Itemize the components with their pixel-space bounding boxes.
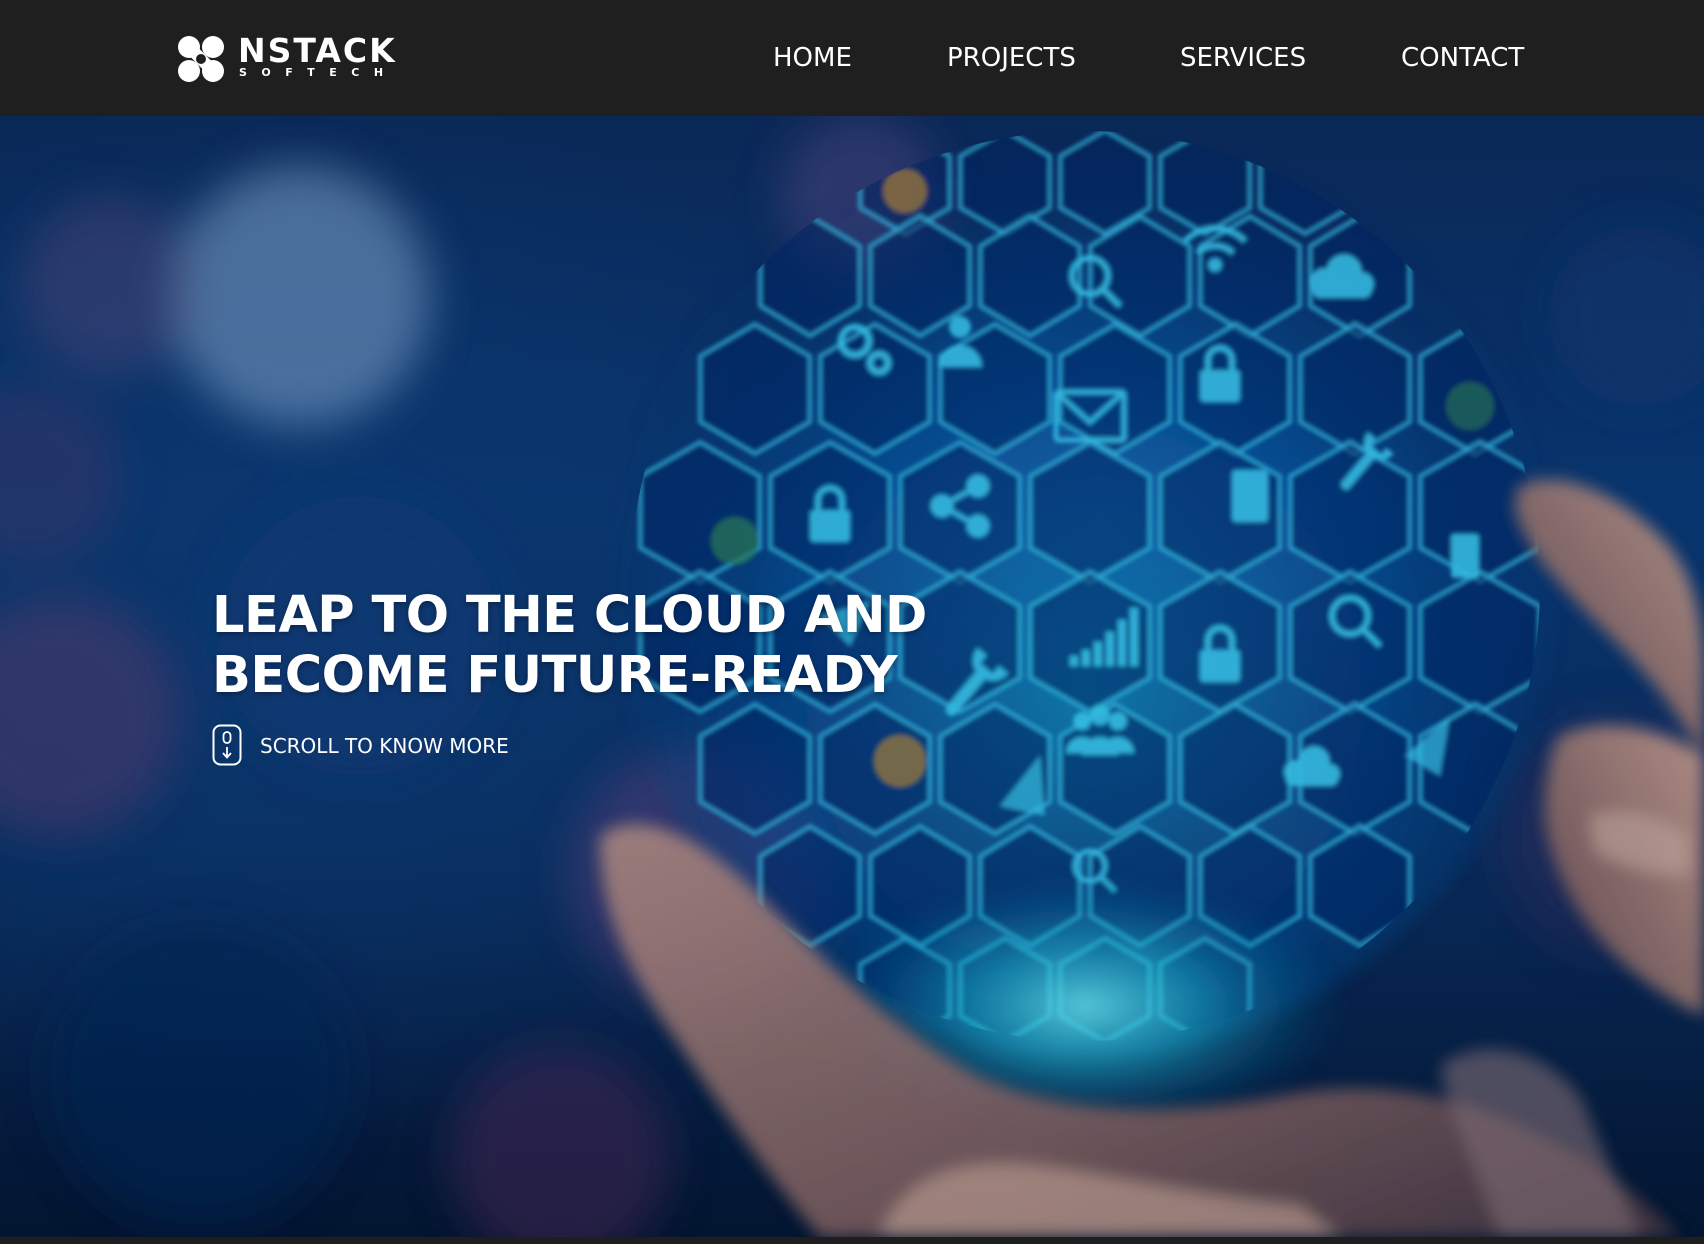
brand-tagline: SOFTECH [239, 66, 398, 79]
scroll-mouse-icon [212, 724, 242, 766]
site-header: NSTACK SOFTECH HOME PROJECTS SERVICES CO… [0, 0, 1704, 116]
scroll-to-know-more-link[interactable]: SCROLL TO KNOW MORE [212, 724, 532, 768]
nav-services[interactable]: SERVICES [1180, 42, 1306, 74]
page: NSTACK SOFTECH HOME PROJECTS SERVICES CO… [0, 0, 1704, 1244]
scroll-label: SCROLL TO KNOW MORE [260, 734, 509, 758]
hero-headline-line-1: LEAP TO THE CLOUD AND [212, 586, 927, 645]
nav-projects[interactable]: PROJECTS [947, 42, 1076, 74]
brand-name: NSTACK [238, 31, 397, 70]
nav-contact[interactable]: CONTACT [1401, 42, 1524, 74]
nav-home[interactable]: HOME [773, 42, 852, 74]
hero-headline-line-2: BECOME FUTURE-READY [212, 646, 898, 705]
logo-mark-icon [178, 36, 224, 82]
bottom-border [0, 1237, 1704, 1244]
brand-logo[interactable]: NSTACK SOFTECH [175, 31, 405, 87]
hero-headline: LEAP TO THE CLOUD AND BECOME FUTURE-READ… [212, 586, 927, 706]
hero-section: LEAP TO THE CLOUD AND BECOME FUTURE-READ… [0, 116, 1704, 1237]
